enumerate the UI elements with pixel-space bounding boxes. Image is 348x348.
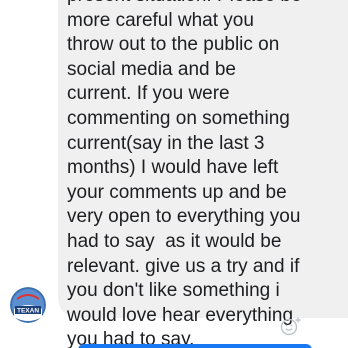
emoji-add-icon <box>280 317 301 336</box>
add-reaction-button[interactable] <box>280 316 302 336</box>
texan-logo-icon: TEXAN <box>10 287 46 323</box>
avatar-logo-text: TEXAN <box>17 308 39 315</box>
sender-avatar[interactable]: TEXAN <box>10 287 46 323</box>
message-thread: present situation. Please be more carefu… <box>0 0 348 348</box>
message-text: present situation. Please be more carefu… <box>67 0 302 348</box>
action-button[interactable] <box>78 344 312 348</box>
